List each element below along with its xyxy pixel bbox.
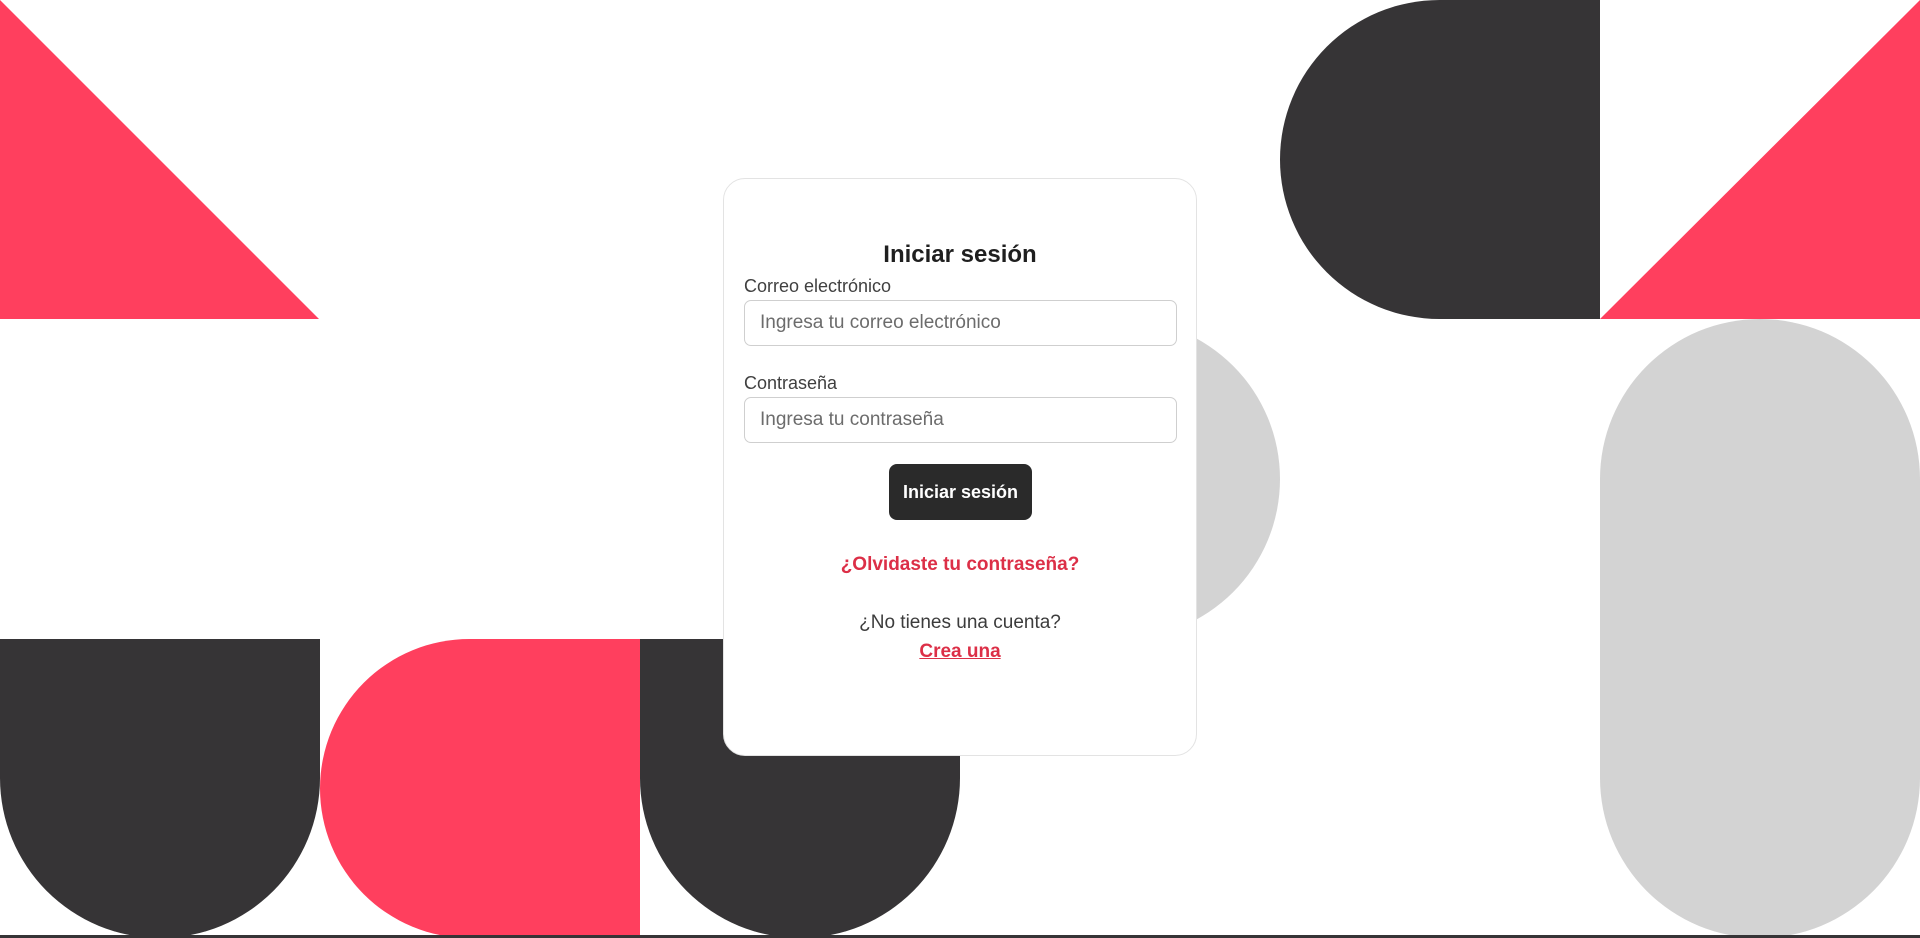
email-label: Correo electrónico <box>744 276 892 296</box>
grey-pill-decoration <box>1600 319 1920 938</box>
password-label: Contraseña <box>744 373 838 393</box>
red-triangle-top-left-decoration <box>0 0 319 319</box>
red-half-circle-decoration <box>320 639 640 938</box>
login-title: Iniciar sesión <box>883 241 1037 268</box>
forgot-password-link[interactable]: ¿Olvidaste tu contraseña? <box>724 554 1196 576</box>
no-account-text: ¿No tienes una cuenta? <box>859 612 1061 633</box>
login-card: Iniciar sesión Correo electrónico Contra… <box>723 178 1197 756</box>
email-field[interactable] <box>744 300 1177 346</box>
login-page: Iniciar sesión Correo electrónico Contra… <box>0 0 1920 938</box>
dark-half-circle-top-decoration <box>1280 0 1600 319</box>
dark-u-shape-decoration <box>0 639 320 938</box>
login-submit-button[interactable]: Iniciar sesión <box>889 464 1032 520</box>
red-triangle-top-right-decoration <box>1600 0 1920 319</box>
create-account-link-container: Crea una <box>724 641 1196 663</box>
password-field[interactable] <box>744 397 1177 443</box>
create-account-link[interactable]: Crea una <box>919 641 1000 662</box>
